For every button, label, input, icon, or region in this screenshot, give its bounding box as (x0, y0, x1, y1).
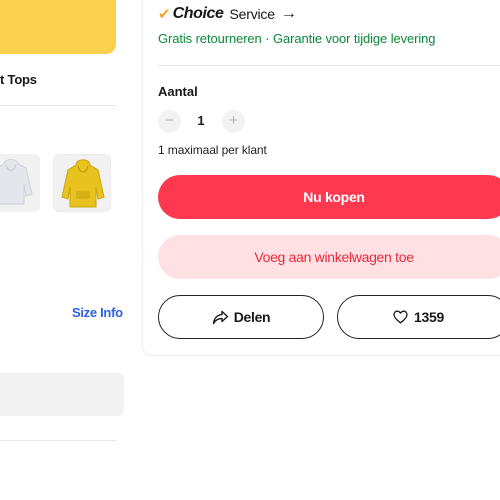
add-to-cart-label: Voeg aan winkelwagen toe (254, 249, 414, 265)
size-info-link[interactable]: Size Info (72, 305, 123, 320)
quantity-value[interactable]: 1 (192, 113, 210, 128)
arrow-right-icon: → (280, 5, 297, 22)
yellow-hoodie-image (61, 159, 105, 208)
color-option-white[interactable] (0, 154, 40, 212)
choice-service-label: Service (229, 6, 275, 22)
choice-badge: Choice (172, 5, 224, 22)
heart-icon (393, 310, 408, 324)
checkmark-icon: ✔ (158, 5, 171, 23)
divider (158, 65, 500, 66)
add-to-cart-button[interactable]: Voeg aan winkelwagen toe (158, 235, 500, 279)
divider (0, 105, 116, 106)
share-label: Delen (233, 309, 271, 325)
size-select-box[interactable] (0, 373, 124, 416)
promo-banner[interactable] (0, 0, 116, 54)
buy-now-label: Nu kopen (303, 189, 365, 205)
purchase-limit-note: 1 maximaal per klant (158, 143, 267, 157)
buy-now-button[interactable]: Nu kopen (158, 175, 500, 219)
color-option-yellow[interactable] (53, 154, 111, 212)
quantity-increase-button[interactable]: + (222, 110, 245, 133)
share-button[interactable]: Delen (158, 295, 324, 339)
share-icon (212, 310, 228, 324)
product-type-title: t Tops (0, 72, 37, 87)
choice-service-link[interactable]: ✔ Choice Service → (158, 4, 297, 24)
wishlist-button[interactable]: 1359 (337, 295, 500, 339)
quantity-decrease-button[interactable]: − (158, 110, 181, 133)
divider (0, 440, 116, 441)
wishlist-count: 1359 (414, 309, 444, 325)
service-guarantees: Gratis retourneren · Garantie voor tijdi… (158, 31, 436, 46)
white-hoodie-image (0, 159, 33, 205)
product-page: t Tops Size Info ✔ Choice Service → Grat… (0, 0, 500, 500)
quantity-label: Aantal (158, 84, 198, 99)
